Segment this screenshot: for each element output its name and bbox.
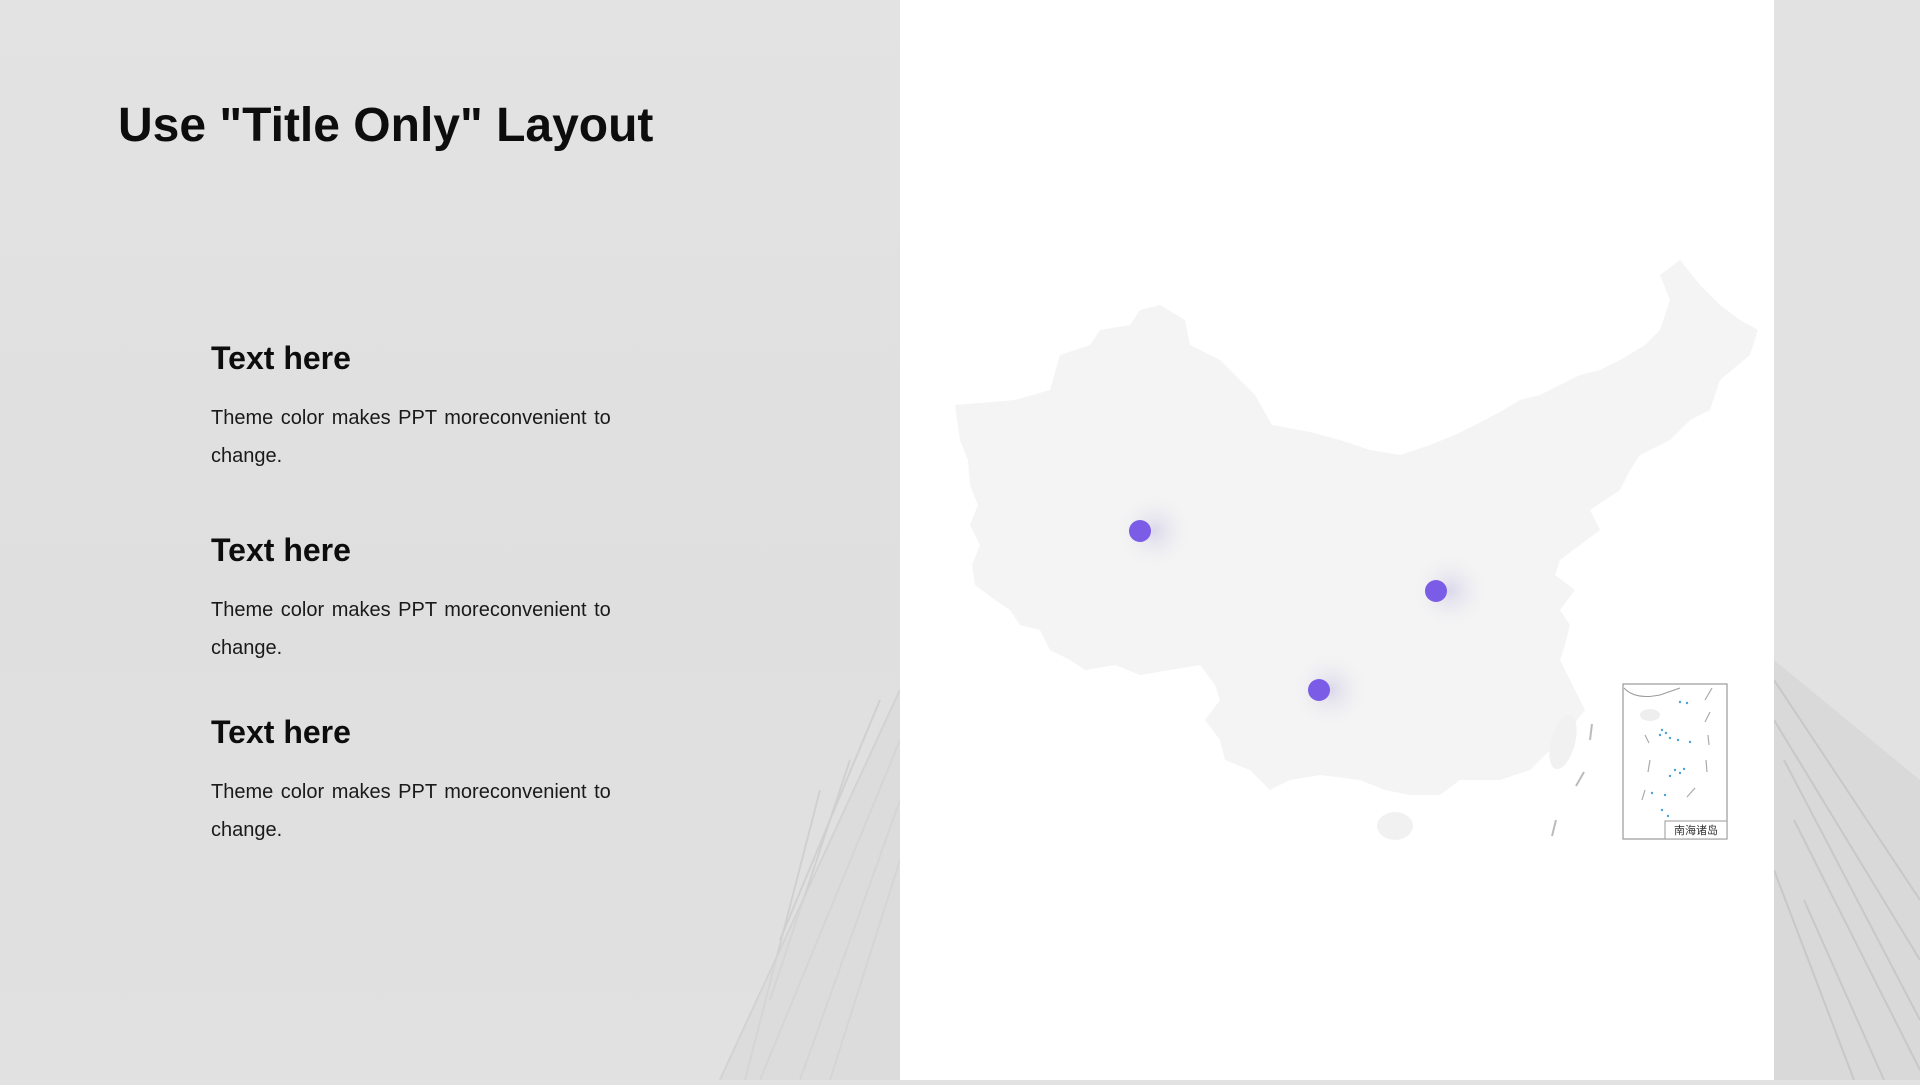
text-block-1: Text here Theme color makes PPT moreconv… [211, 340, 631, 475]
page-title: Use "Title Only" Layout [118, 99, 654, 152]
location-marker-south[interactable] [1308, 679, 1330, 701]
south-china-sea-inset: 南海诸岛 [1622, 683, 1728, 840]
building-decoration-right [1774, 660, 1920, 1080]
block-heading: Text here [211, 714, 351, 750]
block-heading: Text here [211, 532, 351, 568]
block-body: Theme color makes PPT moreconvenient to … [211, 598, 611, 659]
location-marker-west[interactable] [1129, 520, 1151, 542]
right-background [1774, 0, 1920, 1080]
text-block-3: Text here Theme color makes PPT moreconv… [211, 714, 631, 849]
block-body: Theme color makes PPT moreconvenient to … [211, 406, 611, 467]
inset-label: 南海诸岛 [1674, 823, 1718, 837]
china-map: 南海诸岛 [955, 260, 1758, 840]
text-block-2: Text here Theme color makes PPT moreconv… [211, 532, 631, 667]
marker-glow [1410, 551, 1490, 631]
block-heading: Text here [211, 340, 351, 376]
location-marker-east[interactable] [1425, 580, 1447, 602]
marker-glow [1114, 491, 1194, 571]
map-container: 南海诸岛 [900, 0, 1774, 1080]
hainan-island [1377, 812, 1413, 840]
block-body: Theme color makes PPT moreconvenient to … [211, 780, 611, 841]
